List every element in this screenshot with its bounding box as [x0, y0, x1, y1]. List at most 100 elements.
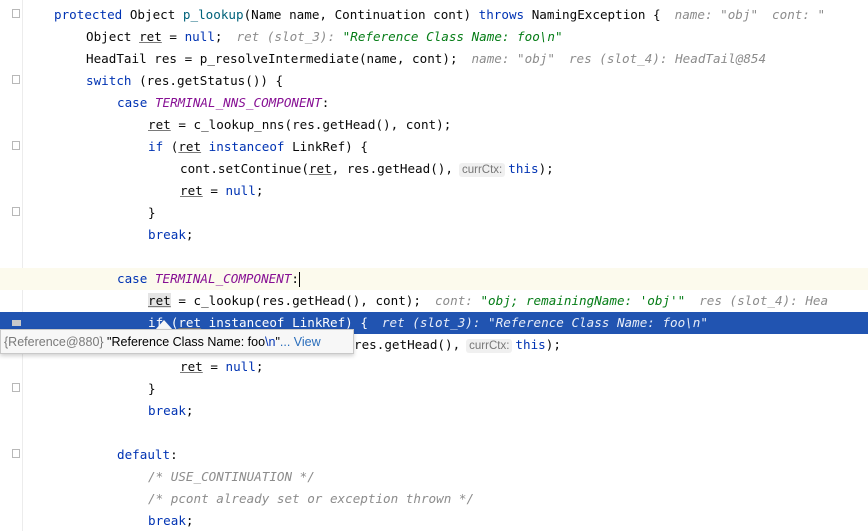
- code-text: =: [161, 29, 185, 44]
- code-line[interactable]: /* USE_CONTINUATION */: [0, 466, 868, 488]
- code-text: :: [170, 447, 178, 462]
- code-line[interactable]: cont.setContinue(ret, res.getHead(), curr…: [0, 158, 868, 180]
- code-line[interactable]: }: [0, 202, 868, 224]
- inline-debug-hint: cont: "obj; remainingName: 'obj'": [435, 293, 685, 308]
- keyword: null: [184, 29, 215, 44]
- code-text: ;: [214, 29, 223, 44]
- keyword: this: [515, 337, 546, 352]
- keyword: switch: [86, 73, 132, 88]
- inline-debug-hint: cont: ": [772, 7, 826, 22]
- method-name: p_lookup: [182, 7, 244, 22]
- code-line[interactable]: protected Object p_lookup(Name name, Con…: [0, 4, 868, 26]
- hint-value: "obj; remainingName: 'obj'": [480, 293, 686, 308]
- code-text: =: [202, 183, 226, 198]
- code-text: );: [545, 337, 561, 352]
- code-line[interactable]: break;: [0, 510, 868, 532]
- gutter-marker[interactable]: [12, 320, 21, 326]
- text-caret: [299, 272, 301, 287]
- variable-ret: ret: [180, 359, 203, 374]
- code-text: }: [148, 381, 156, 396]
- inline-debug-hint: res (slot_4): HeadTail@854: [568, 51, 767, 66]
- code-text: ;: [185, 227, 194, 242]
- code-comment: /* pcont already set or exception thrown…: [148, 491, 475, 506]
- code-comment: /* USE_CONTINUATION */: [148, 469, 315, 484]
- code-line[interactable]: switch (res.getStatus()) {: [0, 70, 868, 92]
- code-text: =: [202, 359, 226, 374]
- code-text: , res.getHead(),: [331, 161, 453, 176]
- code-text: Object: [122, 7, 183, 22]
- code-line[interactable]: ret = null;: [0, 356, 868, 378]
- code-text: Object: [86, 29, 140, 44]
- debug-value-tooltip[interactable]: {Reference@880} "Reference Class Name: f…: [0, 329, 354, 354]
- code-line[interactable]: case TERMINAL_NNS_COMPONENT:: [0, 92, 868, 114]
- keyword: break: [148, 227, 186, 242]
- keyword: default: [117, 447, 171, 462]
- keyword: null: [225, 359, 256, 374]
- variable-ret: ret: [178, 139, 202, 154]
- code-text: ;: [255, 359, 264, 374]
- code-line[interactable]: /* pcont already set or exception thrown…: [0, 488, 868, 510]
- inline-debug-hint: res (slot_4): Hea: [699, 293, 829, 308]
- code-text: );: [538, 161, 554, 176]
- code-text: (Name name, Continuation cont): [243, 7, 479, 22]
- code-text: LinkRef) {: [284, 139, 368, 154]
- code-text: }: [148, 205, 156, 220]
- inline-debug-hint: name: "obj": [471, 51, 555, 66]
- code-text: (res.getStatus()) {: [131, 73, 284, 88]
- keyword: null: [225, 183, 256, 198]
- keyword: throws: [478, 7, 525, 22]
- constant: TERMINAL_NNS_COMPONENT: [154, 95, 322, 110]
- variable-ret: ret: [308, 161, 332, 176]
- escape-sequence: \n: [265, 335, 276, 349]
- inline-debug-hint: name: "obj": [674, 7, 759, 22]
- variable-ret: ret: [148, 117, 171, 132]
- hint-label: ret (slot_3):: [236, 29, 343, 44]
- code-text: HeadTail res = p_resolveIntermediate(nam…: [86, 51, 458, 66]
- code-text: res.getHead(),: [354, 337, 461, 352]
- parameter-hint: currCtx:: [466, 339, 513, 353]
- keyword: case: [117, 271, 148, 286]
- code-line[interactable]: Object ret = null; ret (slot_3): "Referen…: [0, 26, 868, 48]
- tooltip-value: "Reference Class Name: foo: [103, 335, 266, 349]
- variable-ret: ret: [178, 315, 202, 330]
- variable-ret: ret: [180, 183, 203, 198]
- keyword: protected: [54, 7, 123, 22]
- keyword: break: [148, 513, 186, 528]
- code-line[interactable]: ret = null;: [0, 180, 868, 202]
- keyword: instanceof: [201, 315, 285, 330]
- variable-ret-hovered[interactable]: ret: [148, 293, 171, 308]
- keyword: break: [148, 403, 186, 418]
- code-text: ;: [255, 183, 264, 198]
- code-line-current[interactable]: case TERMINAL_COMPONENT:: [0, 268, 868, 290]
- code-text: ;: [185, 513, 194, 528]
- code-text: = c_lookup_nns(res.getHead(), cont);: [170, 117, 452, 132]
- keyword: case: [117, 95, 148, 110]
- object-reference: {Reference@880}: [4, 335, 104, 349]
- code-text: :: [291, 271, 300, 286]
- code-line[interactable]: break;: [0, 400, 868, 422]
- inline-debug-hint: ret (slot_3): "Reference Class Name: foo…: [381, 315, 708, 330]
- constant: TERMINAL_COMPONENT: [154, 271, 292, 286]
- code-line[interactable]: HeadTail res = p_resolveIntermediate(nam…: [0, 48, 868, 70]
- keyword: instanceof: [201, 139, 285, 154]
- code-text: = c_lookup(res.getHead(), cont);: [170, 293, 421, 308]
- hint-label: cont:: [434, 293, 481, 308]
- code-line[interactable]: ret = c_lookup_nns(res.getHead(), cont);: [0, 114, 868, 136]
- code-text: NamingException {: [524, 7, 661, 22]
- code-line[interactable]: if (ret instanceof LinkRef) {: [0, 136, 868, 158]
- code-text: cont.setContinue(: [180, 161, 309, 176]
- hint-value: "Reference Class Name: foo\n": [342, 29, 563, 44]
- inline-debug-hint: ret (slot_3): "Reference Class Name: foo…: [237, 29, 563, 44]
- keyword: if: [148, 139, 164, 154]
- code-text: (: [163, 139, 179, 154]
- keyword: this: [508, 161, 539, 176]
- code-text: LinkRef) {: [284, 315, 368, 330]
- view-link[interactable]: ... View: [280, 335, 321, 349]
- code-line[interactable]: default:: [0, 444, 868, 466]
- code-line[interactable]: ret = c_lookup(res.getHead(), cont); cont…: [0, 290, 868, 312]
- parameter-hint: currCtx:: [458, 163, 506, 177]
- code-line[interactable]: break;: [0, 224, 868, 246]
- code-text: ;: [185, 403, 194, 418]
- code-line[interactable]: }: [0, 378, 868, 400]
- variable-ret: ret: [139, 29, 162, 44]
